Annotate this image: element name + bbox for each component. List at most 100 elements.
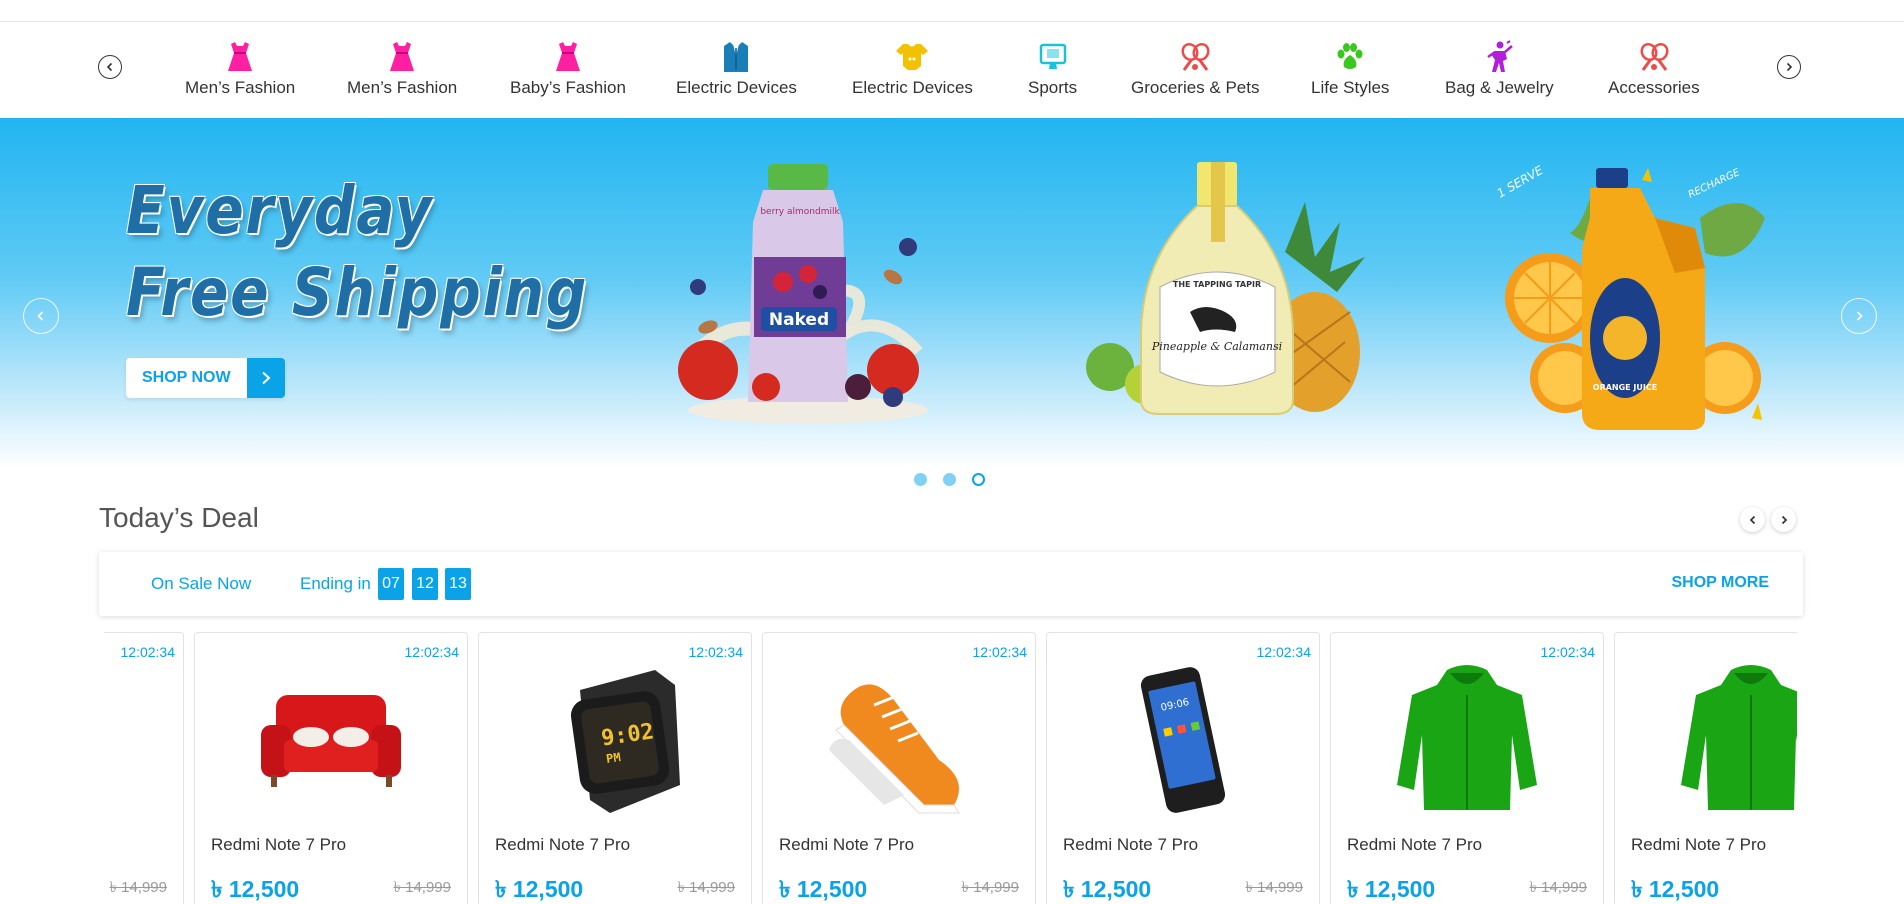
chevron-right-icon	[247, 358, 285, 398]
product-old-price: ৳ 14,999	[677, 879, 735, 896]
timer-seconds: 13	[445, 568, 471, 600]
sneaker-icon	[814, 665, 984, 815]
product-card[interactable]: Redmi Note 7 Pro ৳ 12,500	[1614, 632, 1797, 904]
on-sale-tab[interactable]: On Sale Now	[151, 574, 251, 594]
sale-bar: On Sale Now Ending in 07 12 13 SHOP MORE	[99, 552, 1803, 616]
badminton-icon	[1637, 40, 1671, 74]
product-card[interactable]: 12:02:34 09:06 Redmi Note 7 Pro ৳ 12,500…	[1046, 632, 1320, 904]
category-next-button[interactable]	[1777, 55, 1801, 79]
product-timer: 12:02:34	[1540, 644, 1596, 660]
bottle-brand: THE TAPPING TAPIR	[1173, 280, 1261, 289]
product-card[interactable]: 12:02:34 Redmi Note 7 Pro ৳ 12,500 ৳ 14,…	[1330, 632, 1604, 904]
category-label: Baby’s Fashion	[510, 78, 626, 97]
product-carousel: 12:02:34 ৳ 14,999 12:02:34 Redmi Note 7 …	[104, 632, 1797, 904]
smartwatch-icon: 9:02 PM	[530, 665, 700, 815]
product-timer: 12:02:34	[688, 644, 744, 660]
category-item-electric-devices-2[interactable]: Electric Devices	[852, 40, 973, 98]
bottle-brand: Naked	[769, 310, 829, 330]
dancer-icon	[1482, 40, 1516, 74]
category-label: Men’s Fashion	[185, 78, 296, 97]
category-item-groceries-pets[interactable]: Groceries & Pets	[1131, 40, 1260, 98]
chevron-right-icon	[1856, 311, 1863, 321]
product-name: Redmi Note 7 Pro	[1631, 835, 1767, 854]
category-item-mens-fashion[interactable]: Men’s Fashion	[185, 40, 295, 98]
hoodie-icon	[1666, 665, 1797, 815]
shop-more-link[interactable]: SHOP MORE	[1672, 574, 1770, 592]
product-price: ৳ 12,500	[211, 876, 300, 902]
chevron-right-icon	[1781, 515, 1787, 524]
smartphone-icon: 09:06	[1098, 665, 1268, 815]
product-old-price: ৳ 14,999	[1529, 879, 1587, 896]
slider-dot-1[interactable]	[914, 473, 927, 486]
juice-bottle-icon: berry almondmilk Naked	[678, 164, 928, 424]
category-item-electric-devices[interactable]: Electric Devices	[676, 40, 797, 98]
dress-icon	[551, 40, 585, 74]
svg-text:1 SERVE: 1 SERVE	[1495, 163, 1546, 201]
product-timer: 12:02:34	[972, 644, 1028, 660]
chevron-left-icon	[1749, 515, 1755, 524]
hero-title-line2: Free Shipping	[126, 254, 589, 331]
category-item-life-styles[interactable]: Life Styles	[1311, 40, 1389, 98]
product-price: ৳ 12,500	[1347, 876, 1436, 902]
product-card[interactable]: 12:02:34 9:02 PM Redmi Note 7 Pro ৳ 12,50…	[478, 632, 752, 904]
product-old-price: ৳ 14,999	[1245, 879, 1303, 896]
product-price: ৳ 12,500	[1631, 876, 1720, 902]
product-timer: 12:02:34	[404, 644, 460, 660]
sofa-icon	[246, 665, 416, 815]
hero-prev-button[interactable]	[23, 298, 59, 334]
svg-text:RECHARGE: RECHARGE	[1687, 167, 1743, 201]
product-old-price: ৳ 14,999	[393, 879, 451, 896]
chevron-left-icon	[37, 311, 44, 321]
product-card[interactable]: 12:02:34 Redmi Note 7 Pro ৳ 12,500 ৳ 14,…	[762, 632, 1036, 904]
hoodie-icon	[1382, 665, 1552, 815]
dress-icon	[223, 40, 257, 74]
product-name: Redmi Note 7 Pro	[1347, 835, 1483, 854]
dress-icon	[385, 40, 419, 74]
category-label: Electric Devices	[852, 78, 973, 97]
product-name: Redmi Note 7 Pro	[211, 835, 347, 854]
shop-now-label: SHOP NOW	[126, 358, 247, 398]
product-name: Redmi Note 7 Pro	[1063, 835, 1199, 854]
section-title: Today’s Deal	[99, 502, 259, 533]
category-label: Life Styles	[1311, 78, 1390, 97]
product-price: ৳ 12,500	[1063, 876, 1152, 902]
category-item-bag-jewelry[interactable]: Bag & Jewelry	[1445, 40, 1554, 98]
category-label: Bag & Jewelry	[1445, 78, 1554, 97]
slider-dot-2[interactable]	[943, 473, 956, 486]
baby-onesie-icon	[895, 40, 929, 74]
product-name: Redmi Note 7 Pro	[495, 835, 631, 854]
deal-prev-button[interactable]	[1740, 507, 1765, 532]
bottle-text: Pineapple & Calamansi	[1151, 340, 1282, 353]
hero-banner: Everyday Free Shipping SHOP NOW berry al…	[0, 118, 1904, 468]
category-bar: Men’s Fashion Men’s Fashion Baby’s Fashi…	[0, 22, 1904, 118]
product-name: Redmi Note 7 Pro	[779, 835, 915, 854]
category-label: Accessories	[1608, 78, 1700, 97]
deal-next-button[interactable]	[1771, 507, 1796, 532]
product-card[interactable]: 12:02:34 ৳ 14,999	[104, 632, 184, 904]
category-item-sports[interactable]: Sports	[1028, 40, 1077, 98]
hero-next-button[interactable]	[1841, 298, 1877, 334]
badminton-icon	[1178, 40, 1212, 74]
juice-jug-icon: ORANGE JUICE 1 SERVE RECHARGE	[1495, 163, 1765, 430]
category-item-mens-fashion-2[interactable]: Men’s Fashion	[347, 40, 457, 98]
product-card[interactable]: 12:02:34 Redmi Note 7 Pro ৳ 12,500 ৳ 14,…	[194, 632, 468, 904]
chevron-right-icon	[1786, 62, 1793, 72]
ending-label: Ending in	[300, 574, 371, 593]
product-timer: 12:02:34	[1256, 644, 1312, 660]
product-old-price: ৳ 14,999	[109, 879, 167, 896]
category-item-babys-fashion[interactable]: Baby’s Fashion	[510, 40, 626, 98]
slider-dots	[914, 473, 985, 486]
product-old-price: ৳ 14,999	[961, 879, 1019, 896]
product-price: ৳ 12,500	[779, 876, 868, 902]
product-timer: 12:02:34	[120, 644, 176, 660]
monitor-icon	[1036, 40, 1070, 74]
slider-dot-3-active[interactable]	[972, 473, 985, 486]
svg-text:PM: PM	[605, 750, 621, 766]
hero-title: Everyday Free Shipping	[126, 170, 588, 334]
top-strip	[0, 0, 1904, 22]
glass-bottle-icon: THE TAPPING TAPIR Pineapple & Calamansi	[1086, 162, 1365, 415]
bottle-text: ORANGE JUICE	[1593, 383, 1657, 392]
category-prev-button[interactable]	[98, 55, 122, 79]
category-item-accessories[interactable]: Accessories	[1608, 40, 1700, 98]
shop-now-button[interactable]: SHOP NOW	[126, 358, 285, 398]
